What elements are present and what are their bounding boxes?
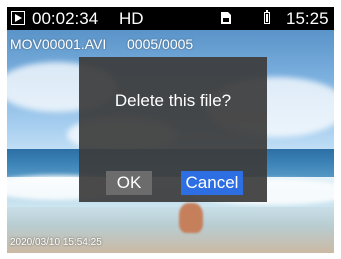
recording-time: 00:02:34 xyxy=(32,9,99,28)
date-timestamp: 2020/03/10 15:54:25 xyxy=(10,237,102,248)
file-name: MOV00001.AVI xyxy=(10,36,107,52)
clock: 15:25 xyxy=(286,9,329,28)
person xyxy=(179,203,203,233)
ok-button[interactable]: OK xyxy=(106,171,152,195)
dialog-message: Delete this file? xyxy=(114,91,232,110)
battery-icon xyxy=(264,10,270,24)
cancel-button[interactable]: Cancel xyxy=(181,171,243,195)
status-bar: 00:02:34 HD 15:25 xyxy=(7,7,334,30)
delete-confirm-dialog: Delete this file? OK Cancel xyxy=(79,57,267,202)
file-index: 0005/0005 xyxy=(127,36,194,52)
sd-card-icon xyxy=(221,12,231,24)
camera-screen: 00:02:34 HD 15:25 MOV00001.AVI 0005/0005… xyxy=(7,7,334,253)
quality-label: HD xyxy=(119,9,144,28)
play-icon xyxy=(11,11,25,25)
